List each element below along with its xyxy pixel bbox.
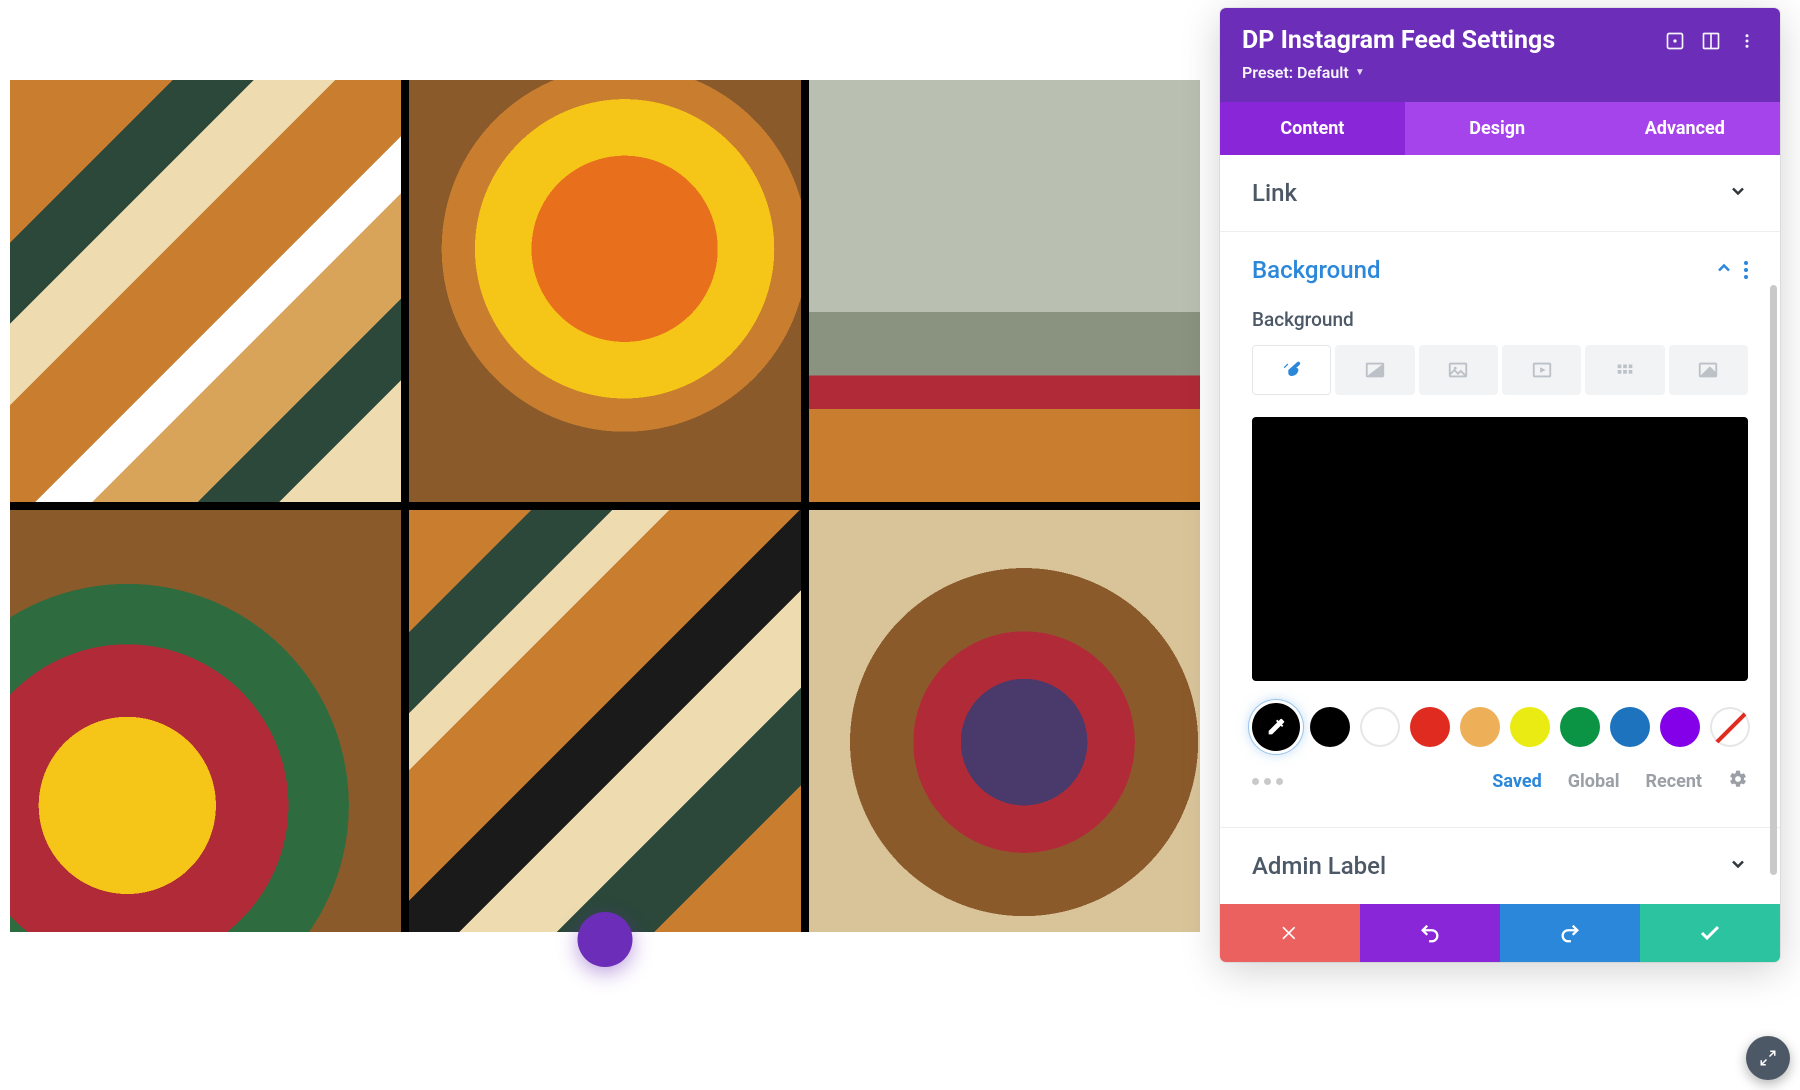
panel-footer <box>1220 904 1780 962</box>
chevron-down-icon <box>1728 181 1748 205</box>
undo-button[interactable] <box>1360 904 1500 962</box>
bg-type-image[interactable] <box>1419 345 1498 395</box>
panel-body[interactable]: Link Background Background <box>1220 155 1780 904</box>
bg-type-video[interactable] <box>1502 345 1581 395</box>
section-background-toggle[interactable]: Background <box>1220 232 1780 308</box>
color-swatch-blue[interactable] <box>1610 707 1650 747</box>
scrollbar-thumb[interactable] <box>1770 285 1777 875</box>
more-options-icon[interactable] <box>1736 30 1758 52</box>
panel-title: DP Instagram Feed Settings <box>1242 26 1650 55</box>
cancel-button[interactable] <box>1220 904 1360 962</box>
color-swatch-orange[interactable] <box>1460 707 1500 747</box>
panel-header: DP Instagram Feed Settings Preset: Defau… <box>1220 8 1780 102</box>
preset-label: Preset: Default <box>1242 63 1349 82</box>
chevron-up-icon <box>1714 258 1734 282</box>
panel-tabs: Content Design Advanced <box>1220 102 1780 155</box>
section-link-title: Link <box>1252 179 1718 207</box>
bg-type-gradient[interactable] <box>1335 345 1414 395</box>
instagram-feed-grid <box>10 80 1200 932</box>
bg-type-pattern[interactable] <box>1585 345 1664 395</box>
section-options-icon[interactable] <box>1744 261 1748 279</box>
settings-panel: DP Instagram Feed Settings Preset: Defau… <box>1220 8 1780 962</box>
section-background-title: Background <box>1252 256 1704 284</box>
section-link: Link <box>1220 155 1780 232</box>
feed-image[interactable] <box>809 80 1200 502</box>
palette-tab-recent[interactable]: Recent <box>1645 771 1702 792</box>
palette-tab-saved[interactable]: Saved <box>1492 771 1541 792</box>
color-swatch-green[interactable] <box>1560 707 1600 747</box>
section-admin-label-title: Admin Label <box>1252 852 1718 880</box>
color-swatch-yellow[interactable] <box>1510 707 1550 747</box>
help-icon[interactable] <box>1664 30 1686 52</box>
color-swatch-white[interactable] <box>1360 707 1400 747</box>
palette-tab-global[interactable]: Global <box>1568 771 1620 792</box>
tab-design[interactable]: Design <box>1405 102 1590 155</box>
color-swatch-row <box>1252 703 1748 751</box>
feed-image[interactable] <box>409 510 800 932</box>
feed-image[interactable] <box>10 510 401 932</box>
section-link-toggle[interactable]: Link <box>1220 155 1780 231</box>
background-color-preview[interactable] <box>1252 417 1748 681</box>
section-admin-label-toggle[interactable]: Admin Label <box>1220 828 1780 904</box>
feed-image[interactable] <box>409 80 800 502</box>
add-module-button[interactable] <box>578 912 633 967</box>
more-palettes-icon[interactable] <box>1252 778 1283 785</box>
tab-advanced[interactable]: Advanced <box>1590 102 1780 155</box>
color-swatch-none[interactable] <box>1710 707 1750 747</box>
bg-type-mask[interactable] <box>1669 345 1748 395</box>
feed-image[interactable] <box>809 510 1200 932</box>
redo-button[interactable] <box>1500 904 1640 962</box>
preset-dropdown[interactable]: Preset: Default ▼ <box>1242 63 1365 82</box>
color-swatch-black[interactable] <box>1310 707 1350 747</box>
section-admin-label: Admin Label <box>1220 828 1780 904</box>
snap-layout-icon[interactable] <box>1700 30 1722 52</box>
page-canvas <box>10 80 1200 932</box>
palette-settings-icon[interactable] <box>1728 769 1748 793</box>
section-background: Background Background <box>1220 232 1780 828</box>
resize-handle[interactable] <box>1746 1036 1790 1080</box>
chevron-down-icon <box>1728 854 1748 878</box>
color-swatch-purple[interactable] <box>1660 707 1700 747</box>
caret-down-icon: ▼ <box>1355 67 1365 78</box>
color-picker-button[interactable] <box>1252 703 1300 751</box>
tab-content[interactable]: Content <box>1220 102 1405 155</box>
background-field-label: Background <box>1252 308 1748 331</box>
bg-type-color[interactable] <box>1252 345 1331 395</box>
color-swatch-red[interactable] <box>1410 707 1450 747</box>
feed-image[interactable] <box>10 80 401 502</box>
save-button[interactable] <box>1640 904 1780 962</box>
palette-sub-row: Saved Global Recent <box>1252 769 1748 793</box>
background-type-tabs <box>1252 345 1748 395</box>
